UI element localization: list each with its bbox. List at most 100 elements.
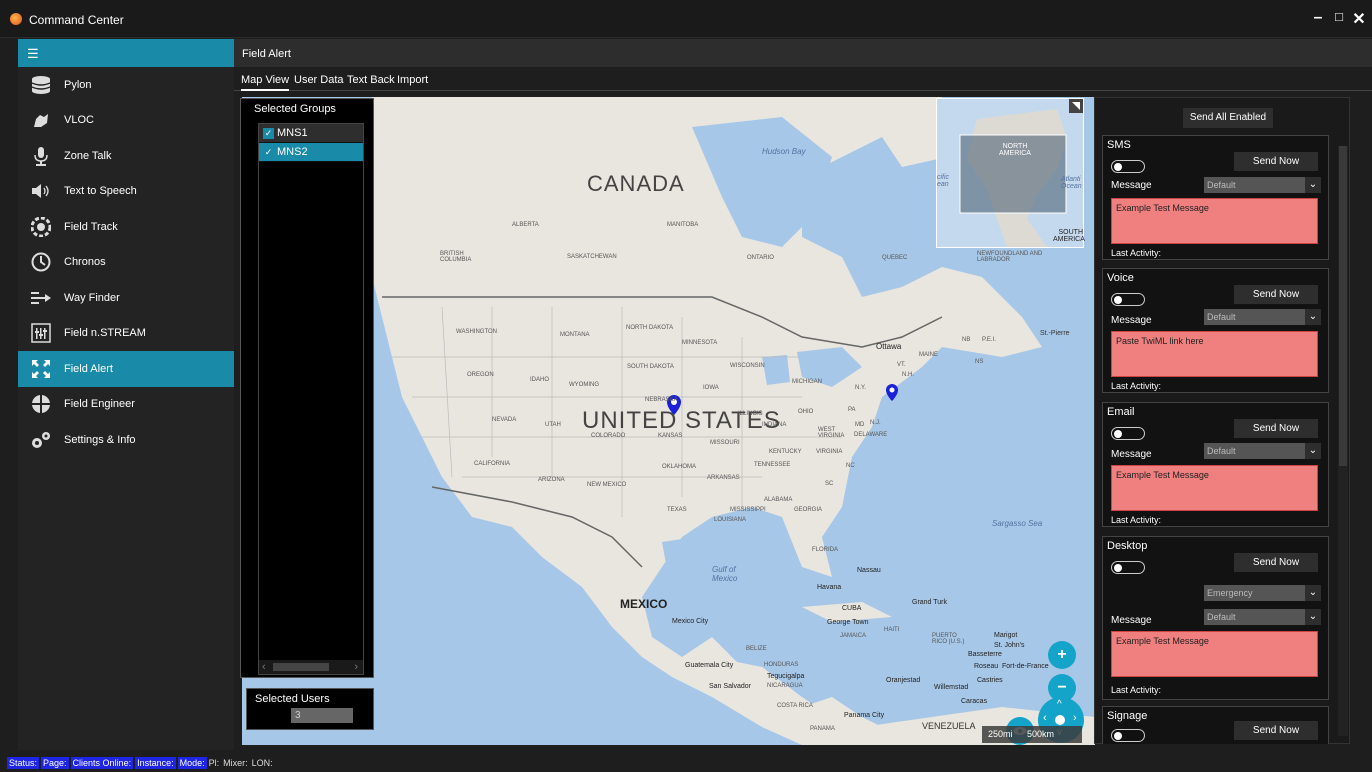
voice-message-input[interactable]: Paste TwiML link here [1111,331,1318,377]
map-label: PANAMA [810,726,835,732]
sidebar-item-settings-info[interactable]: Settings & Info [18,422,234,458]
map-label: cific ean [937,174,950,188]
pan-center-icon [1055,715,1065,725]
page-header: Field Alert [234,39,1372,67]
sidebar-item-label: Settings & Info [64,433,136,446]
voice-toggle[interactable] [1111,293,1145,306]
map-label: NB [962,337,971,343]
sidebar-item-text-to-speech[interactable]: Text to Speech [18,174,234,210]
pl-label: Pl: [208,758,220,768]
sidebar-item-chronos[interactable]: Chronos [18,245,234,281]
sidebar-item-label: Text to Speech [64,185,137,198]
desktop-message-dropdown[interactable]: Default ⌄ [1204,609,1321,625]
tab-text-back[interactable]: Text Back [347,74,395,86]
message-label: Message [1111,449,1152,460]
sms-toggle[interactable] [1111,160,1145,173]
scroll-right-icon[interactable]: › [354,661,358,673]
sidebar-item-field-nstream[interactable]: Field n.STREAM [18,316,234,352]
card-title: Signage [1107,710,1148,722]
minimize-button[interactable]: – [1309,9,1327,27]
selected-users-panel: Selected Users 3 [246,688,374,730]
menu-toggle-button[interactable]: ☰ [18,39,234,67]
scroll-thumb[interactable] [273,663,329,671]
title-bar: Command Center – □ ✕ [0,0,1372,38]
vertical-scrollbar[interactable] [1338,146,1348,736]
alert-channels-panel: Send All Enabled SMS Send Now Message De… [1094,97,1350,744]
checkbox-checked-icon[interactable]: ✓ [263,147,274,158]
map-label: VT. [897,362,906,368]
sidebar-item-pylon[interactable]: Pylon [18,67,234,103]
clients-online-label: Clients Online: [70,757,134,769]
email-message-input[interactable]: Example Test Message [1111,465,1318,511]
sidebar-item-vloc[interactable]: VLOC [18,103,234,139]
map-label: COLORADO [591,433,626,439]
status-label: Status: [7,757,40,769]
sidebar-item-zone-talk[interactable]: Zone Talk [18,138,234,174]
email-card: Email Send Now Message Default ⌄ Example … [1102,402,1329,527]
card-title: Email [1107,406,1135,418]
zoom-in-button[interactable]: + [1048,641,1076,669]
sidebar-item-field-track[interactable]: Field Track [18,209,234,245]
scale-km: 500km [1027,729,1055,739]
scroll-thumb[interactable] [1339,146,1347,466]
desktop-priority-dropdown[interactable]: Emergency ⌄ [1204,585,1321,601]
horizontal-scrollbar[interactable]: ‹ › [259,660,363,674]
sidebar-item-field-alert[interactable]: Field Alert [18,351,234,387]
map-label: WYOMING [569,382,599,388]
sms-message-dropdown[interactable]: Default ⌄ [1204,177,1321,193]
signage-toggle[interactable] [1111,729,1145,742]
email-toggle[interactable] [1111,427,1145,440]
voice-send-now-button[interactable]: Send Now [1234,285,1318,304]
map-label: Nassau [857,567,881,574]
sms-send-now-button[interactable]: Send Now [1234,152,1318,171]
groups-list: ✓ MNS1 ✓ MNS2 ‹ › [258,123,364,675]
sidebar-item-way-finder[interactable]: Way Finder [18,280,234,316]
checkbox-checked-icon[interactable]: ✓ [263,127,274,139]
selected-users-count: 3 [291,708,353,723]
scale-mi: 250mi [988,729,1013,739]
last-activity-label: Last Activity: [1111,381,1162,391]
group-label: MNS2 [277,146,308,158]
close-button[interactable]: ✕ [1350,9,1368,29]
maximize-button[interactable]: □ [1330,9,1348,24]
signage-send-now-button[interactable]: Send Now [1234,721,1318,740]
map-label: NC [846,463,855,469]
map-label: NICARAGUA [767,683,803,689]
gears-icon [30,430,52,450]
group-label: MNS1 [277,127,308,139]
lon-label: LON: [251,758,273,768]
map-label: LOUISIANA [714,517,747,523]
tab-user-data[interactable]: User Data [294,74,344,86]
app-logo-icon [10,13,22,25]
map-label: COSTA RICA [777,703,813,709]
chevron-left-icon[interactable]: ‹ [1043,712,1047,724]
map-label: MINNESOTA [682,340,718,346]
email-send-now-button[interactable]: Send Now [1234,419,1318,438]
status-bar: Status: Page: Clients Online: Instance: … [0,754,1372,772]
send-all-enabled-button[interactable]: Send All Enabled [1183,108,1273,128]
voice-message-dropdown[interactable]: Default ⌄ [1204,309,1321,325]
tab-map-view[interactable]: Map View [241,74,290,91]
email-message-dropdown[interactable]: Default ⌄ [1204,443,1321,459]
chevron-right-icon[interactable]: › [1073,712,1077,724]
desktop-card: Desktop Send Now Emergency ⌄ Message Defa… [1102,536,1329,700]
desktop-send-now-button[interactable]: Send Now [1234,553,1318,572]
scroll-left-icon[interactable]: ‹ [262,661,266,673]
instance-label: Instance: [135,757,176,769]
minimap-toggle-icon[interactable] [1069,99,1083,113]
map-label: UTAH [545,422,561,428]
desktop-toggle[interactable] [1111,561,1145,574]
tab-import[interactable]: Import [397,74,428,86]
sidebar-item-field-engineer[interactable]: Field Engineer [18,387,234,423]
sms-message-input[interactable]: Example Test Message [1111,198,1318,244]
map-label: OHIO [798,409,814,415]
map-label: OKLAHOMA [662,464,697,470]
page-title: Field Alert [242,48,291,60]
list-item-mns1[interactable]: ✓ MNS1 [259,124,363,143]
list-item-mns2[interactable]: ✓ MNS2 [259,143,363,162]
chevron-up-icon[interactable]: ^ [1057,699,1062,710]
map-label: Roseau [974,663,999,670]
desktop-message-input[interactable]: Example Test Message [1111,631,1318,677]
minimap[interactable]: NORTH AMERICA SOUTH AMERICA cific ean At… [936,98,1085,248]
map-scale: 250mi 500km [982,726,1082,743]
